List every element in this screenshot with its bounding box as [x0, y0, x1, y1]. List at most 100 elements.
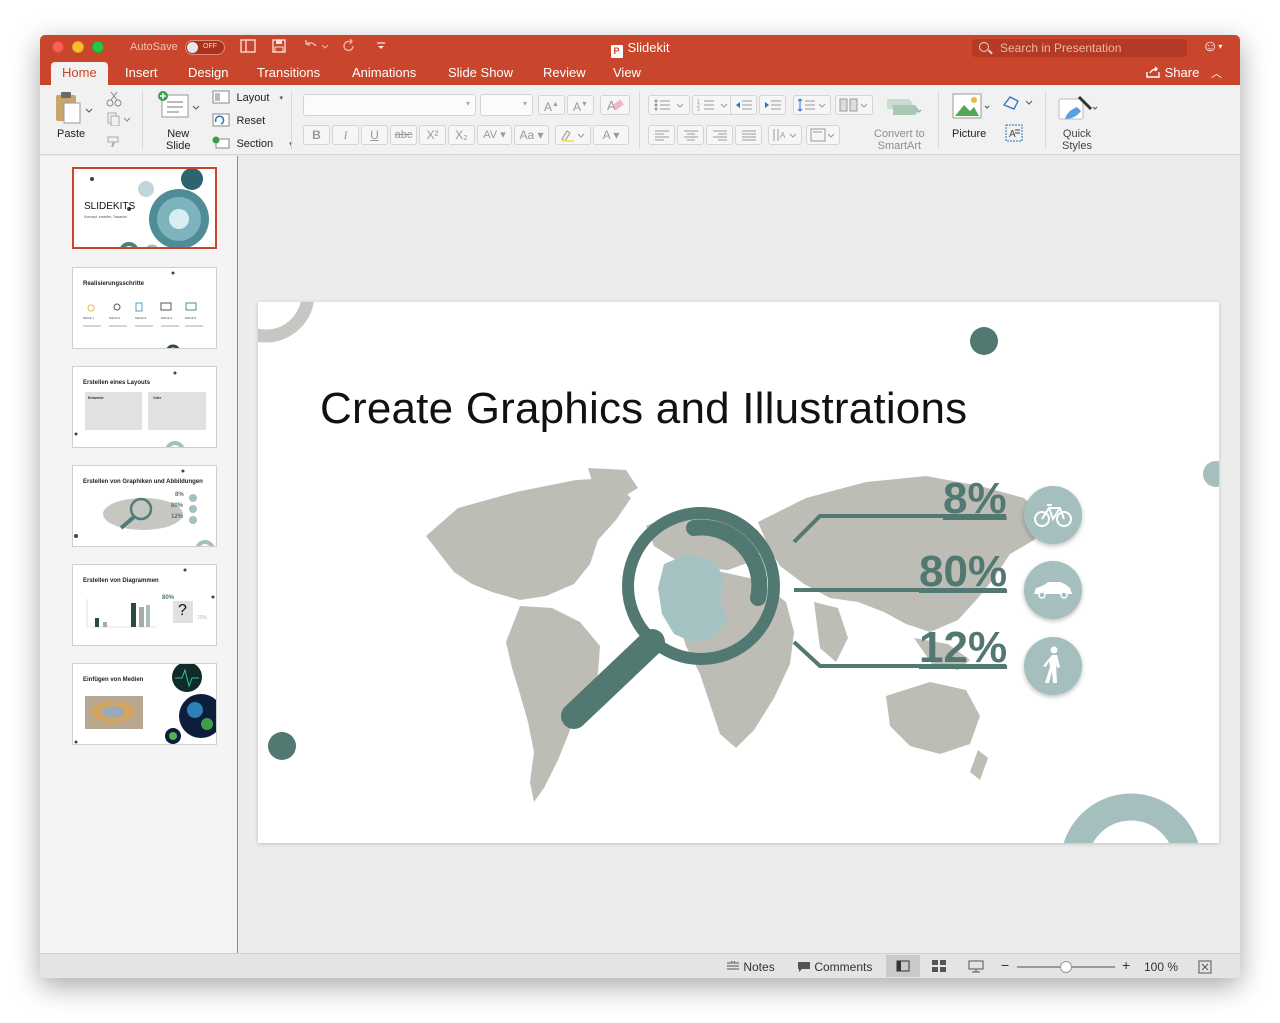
new-slide-icon[interactable] — [157, 90, 201, 129]
numbering-icon[interactable]: 123 — [692, 95, 734, 115]
svg-text:A: A — [780, 131, 786, 140]
character-spacing-button[interactable]: AV ▾ — [477, 125, 512, 145]
clear-formatting-icon[interactable]: A — [600, 95, 630, 115]
slide-thumbnail-1[interactable]: SLIDEKITS Konzept, ersteller, Tatsache — [72, 167, 217, 249]
zoom-out-button[interactable]: − — [1001, 957, 1009, 973]
grow-font-button[interactable]: A▲ — [538, 95, 565, 115]
section-icon — [212, 136, 230, 149]
format-painter-icon[interactable] — [106, 133, 122, 152]
slide-2-step-1: Schritt 1 — [83, 316, 95, 320]
quick-styles-icon[interactable] — [1057, 93, 1101, 128]
line-spacing-icon[interactable] — [793, 95, 831, 115]
slide-thumbnail-5[interactable]: Erstellen von Diagrammen 80% ? 20% — [72, 564, 217, 646]
increase-indent-icon[interactable] — [759, 95, 786, 115]
car-badge[interactable] — [1024, 561, 1082, 619]
shapes-icon[interactable] — [1002, 93, 1034, 118]
font-name-select[interactable]: ▾ — [303, 94, 476, 116]
align-right-icon[interactable] — [706, 125, 733, 145]
slide-5-graphic — [86, 568, 215, 628]
share-button[interactable]: Share ︿ — [1145, 65, 1222, 81]
presenter-view-icon[interactable] — [968, 960, 984, 976]
convert-smartart-label: Convert to SmartArt — [874, 128, 925, 152]
shrink-font-button[interactable]: A▼ — [567, 95, 594, 115]
picture-icon[interactable] — [952, 93, 992, 126]
copy-icon[interactable] — [106, 112, 132, 131]
bicycle-badge[interactable] — [1024, 486, 1082, 544]
font-color-button[interactable]: A ▾ — [593, 125, 629, 145]
feedback-smiley-icon[interactable]: ☺▾ — [1202, 38, 1222, 56]
tab-view[interactable]: View — [613, 65, 641, 80]
pedestrian-icon — [1043, 646, 1060, 683]
slide-title[interactable]: Create Graphics and Illustrations — [320, 384, 967, 434]
notes-button[interactable]: Notes — [726, 959, 775, 974]
current-slide[interactable]: Create Graphics and Illustrations 8% 80%… — [258, 302, 1219, 843]
highlight-color-icon[interactable] — [555, 125, 591, 145]
italic-button[interactable]: I — [332, 125, 359, 145]
collapse-ribbon-icon[interactable]: ︿ — [1211, 68, 1222, 80]
tab-transitions[interactable]: Transitions — [257, 65, 320, 80]
columns-icon[interactable] — [835, 95, 873, 115]
paste-button[interactable] — [54, 91, 94, 132]
superscript-button[interactable]: X² — [419, 125, 446, 145]
notes-icon — [727, 959, 739, 970]
fit-to-window-icon[interactable] — [1198, 960, 1212, 977]
align-text-icon[interactable] — [806, 125, 840, 145]
slide-4-graphic — [74, 469, 215, 546]
align-left-icon[interactable] — [648, 125, 675, 145]
convert-smartart-label-1: Convert to — [874, 128, 925, 140]
slide-thumbnail-panel[interactable]: SLIDEKITS Konzept, ersteller, Tatsache R… — [40, 156, 238, 953]
stat-value-2[interactable]: 80% — [919, 547, 1007, 597]
subscript-button[interactable]: X₂ — [448, 125, 475, 145]
comments-label: Comments — [814, 960, 873, 974]
cut-icon[interactable] — [106, 91, 122, 112]
slide-thumbnail-2[interactable]: Realisierungsschritte Schritt 1 Schritt … — [72, 267, 217, 349]
slide-1-title: SLIDEKITS — [84, 201, 136, 212]
text-direction-icon[interactable]: A — [768, 125, 802, 145]
comments-button[interactable]: Comments — [797, 960, 872, 974]
zoom-slider-knob[interactable] — [1060, 961, 1072, 973]
reset-button[interactable]: Reset — [212, 113, 265, 132]
stat-value-3[interactable]: 12% — [919, 623, 1007, 673]
stat-value-1[interactable]: 8% — [943, 474, 1007, 524]
ribbon-tabs: Home Insert Design Transitions Animation… — [40, 60, 1240, 85]
tab-review[interactable]: Review — [543, 65, 586, 80]
quick-styles-label-1: Quick — [1062, 128, 1092, 140]
search-field[interactable]: Search in Presentation — [972, 39, 1187, 57]
pedestrian-badge[interactable] — [1024, 637, 1082, 695]
tab-slide-show[interactable]: Slide Show — [448, 65, 513, 80]
smartart-icon[interactable] — [883, 95, 923, 122]
layout-button[interactable]: Layout ▾ — [212, 90, 283, 109]
strikethrough-button[interactable]: abc — [390, 125, 417, 145]
picture-label: Picture — [952, 128, 987, 140]
slide-thumbnail-4[interactable]: Erstellen von Graphiken und Abbildungen … — [72, 465, 217, 547]
zoom-slider[interactable] — [1017, 961, 1115, 973]
ribbon-separator — [291, 91, 292, 149]
zoom-in-button[interactable]: + — [1122, 957, 1130, 973]
slide-sorter-view-icon[interactable] — [932, 960, 946, 975]
slide-editing-area[interactable]: Create Graphics and Illustrations 8% 80%… — [239, 156, 1240, 953]
underline-button[interactable]: U — [361, 125, 388, 145]
tab-home[interactable]: Home — [51, 62, 108, 85]
font-size-select[interactable]: ▾ — [480, 94, 533, 116]
slide-3-box-1: Entweder — [88, 396, 104, 400]
tab-insert[interactable]: Insert — [125, 65, 158, 80]
ribbon-home: Paste NewSlide Layout▾ Reset Section▾ — [40, 85, 1240, 155]
justify-icon[interactable] — [735, 125, 762, 145]
normal-view-icon — [896, 960, 910, 972]
section-button[interactable]: Section▾ — [212, 136, 293, 155]
decrease-indent-icon[interactable] — [730, 95, 757, 115]
tab-animations[interactable]: Animations — [352, 65, 416, 80]
change-case-label: Aa — [519, 128, 535, 142]
slide-thumbnail-6[interactable]: Einfügen von Medien — [72, 663, 217, 745]
tab-design[interactable]: Design — [188, 65, 228, 80]
zoom-level[interactable]: 100 % — [1144, 960, 1178, 974]
slide-thumbnail-3[interactable]: Erstellen eines Layouts Entweder Oder — [72, 366, 217, 448]
normal-view-button[interactable] — [886, 955, 920, 977]
powerpoint-doc-icon: P — [610, 45, 623, 58]
bullets-icon[interactable] — [648, 95, 690, 115]
slide-4-value-3: 12% — [171, 514, 184, 520]
align-center-icon[interactable] — [677, 125, 704, 145]
text-box-icon[interactable]: A — [1004, 123, 1024, 148]
bold-button[interactable]: B — [303, 125, 330, 145]
change-case-button[interactable]: Aa ▾ — [514, 125, 549, 145]
